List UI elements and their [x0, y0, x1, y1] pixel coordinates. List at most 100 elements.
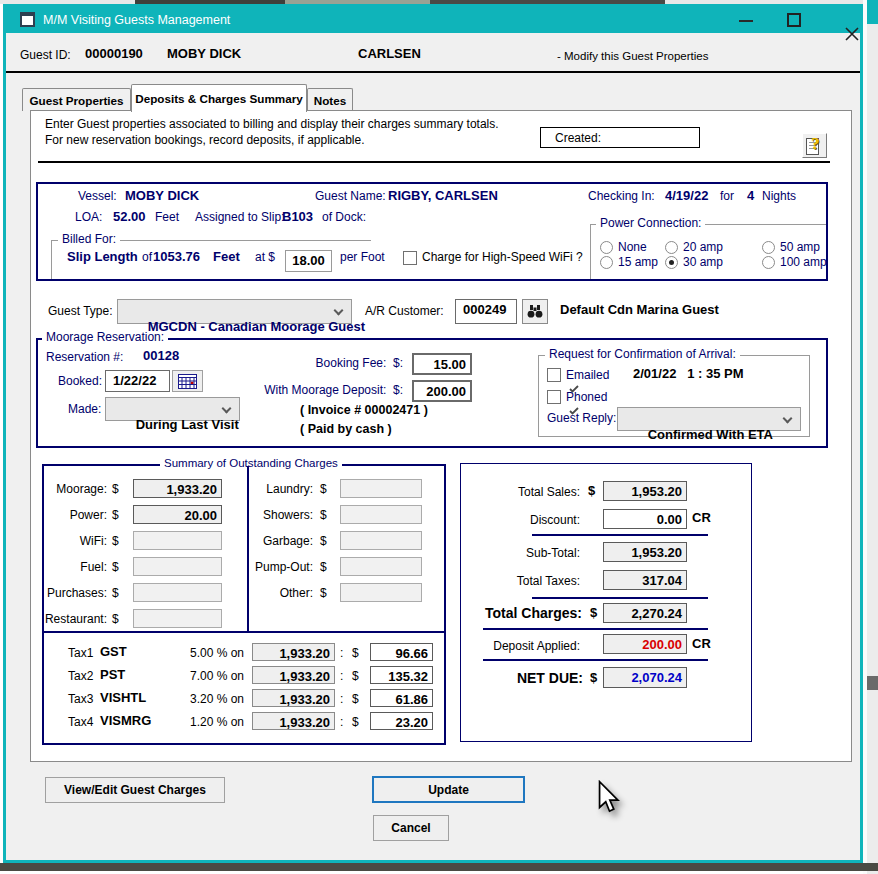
radio-none[interactable] — [600, 241, 613, 254]
charge-pumpout-field — [340, 557, 422, 576]
radio-20amp[interactable] — [665, 241, 678, 254]
tax-rate: 7.00 % on — [190, 668, 244, 684]
radio-30amp-label: 30 amp — [683, 254, 723, 270]
radio-30amp[interactable] — [665, 256, 678, 269]
booking-fee-input[interactable]: 15.00 — [412, 353, 472, 375]
at-dollar-label: at $ — [255, 249, 275, 265]
radio-none-label: None — [618, 239, 647, 255]
loa-value: 52.00 — [113, 209, 146, 225]
charge-showers-field — [340, 505, 422, 524]
tax-code: VISMRG — [100, 713, 151, 729]
charge-fuel-field — [133, 557, 222, 576]
nights-label: Nights — [762, 188, 796, 204]
charge-label: Showers: — [238, 507, 313, 523]
power-connection-legend: Power Connection: — [596, 217, 705, 230]
confirmation-legend: Request for Confirmation of Arrival: — [545, 348, 740, 361]
guest-reply-dropdown[interactable]: Confirmed With ETA — [617, 407, 801, 431]
ar-customer-lookup-button[interactable] — [522, 299, 548, 324]
slip-length-value: 1053.76 — [153, 249, 200, 265]
tax-code: VISHTL — [100, 690, 146, 706]
radio-15amp[interactable] — [600, 256, 613, 269]
moorage-deposit-input[interactable]: 200.00 — [412, 380, 472, 402]
update-button[interactable]: Update — [372, 776, 525, 803]
tax-rate: 5.00 % on — [190, 645, 244, 661]
tax-amount-field: 61.86 — [370, 689, 433, 707]
loa-label: LOA: — [75, 209, 102, 225]
assigned-slip-label: Assigned to Slip: — [195, 209, 284, 225]
binoculars-icon — [527, 305, 543, 318]
charge-label: Garbage: — [238, 533, 313, 549]
charge-label: Pump-Out: — [238, 559, 313, 575]
phoned-checkbox[interactable] — [547, 390, 561, 404]
dollar-sign: $ — [320, 585, 327, 601]
intro-divider — [38, 161, 830, 163]
charge-label: WiFi: — [32, 533, 107, 549]
total-charges-field: 2,270.24 — [603, 603, 687, 623]
charge-label: Laundry: — [238, 481, 313, 497]
booking-fee-label: Booking Fee: $: — [253, 355, 403, 371]
calendar-button[interactable] — [172, 370, 203, 392]
reservation-number: 00128 — [143, 348, 179, 364]
view-edit-guest-charges-button[interactable]: View/Edit Guest Charges — [45, 777, 225, 803]
tax-base-field: 1,933.20 — [252, 689, 335, 707]
charge-other-field — [340, 583, 422, 602]
total-sales-label: Total Sales: — [430, 484, 580, 500]
charge-label: Moorage: — [32, 481, 107, 497]
assigned-slip-value: B103 — [282, 209, 313, 225]
rate-per-foot-input[interactable]: 18.00 — [285, 250, 332, 272]
discount-field[interactable]: 0.00 — [603, 509, 687, 529]
dollar-sign: $ — [320, 481, 327, 497]
tax-base-field: 1,933.20 — [252, 666, 335, 684]
dollar-sign: $ — [588, 483, 595, 499]
checking-in-label: Checking In: — [588, 188, 655, 204]
colon: : — [340, 645, 343, 661]
panel-content: Enter Guest properties associated to bil… — [0, 0, 878, 874]
made-dropdown[interactable]: During Last Visit — [105, 397, 240, 421]
intro-line1: Enter Guest properties associated to bil… — [45, 116, 499, 132]
emailed-label: Emailed — [566, 367, 609, 383]
ar-customer-description: Default Cdn Marina Guest — [560, 302, 719, 318]
dollar-sign: $ — [112, 533, 119, 549]
for-label: for — [720, 188, 734, 204]
cancel-button[interactable]: Cancel — [373, 815, 449, 841]
made-label: Made: — [68, 401, 101, 417]
totals-divider — [483, 628, 708, 630]
chevron-down-icon — [334, 306, 344, 316]
total-sales-field: 1,953.20 — [603, 481, 687, 501]
charge-garbage-field — [340, 531, 422, 550]
chevron-down-icon — [222, 404, 232, 414]
radio-100amp[interactable] — [762, 256, 775, 269]
charge-label: Fuel: — [32, 559, 107, 575]
booked-date-input[interactable]: 1/22/22 — [105, 370, 170, 392]
wifi-checkbox[interactable] — [403, 251, 417, 265]
emailed-checkbox[interactable] — [547, 368, 561, 382]
charge-restaurant-field — [133, 609, 222, 628]
invoice-note: ( Invoice # 00002471 ) — [300, 402, 428, 418]
net-due-label: NET DUE: — [423, 670, 583, 686]
ar-customer-input[interactable]: 000249 — [455, 299, 517, 324]
dollar-sign: $ — [112, 507, 119, 523]
help-icon[interactable]: ? — [802, 133, 827, 158]
guest-type-dropdown[interactable]: MGCDN - Canadian Moorage Guest — [117, 299, 352, 324]
emailed-time: 2/01/22 1 : 35 PM — [633, 366, 744, 382]
charge-label: Restaurant: — [32, 611, 107, 627]
per-foot-label: per Foot — [340, 249, 385, 265]
vessel-name: MOBY DICK — [125, 188, 199, 204]
deposit-applied-label: Deposit Applied: — [430, 638, 580, 654]
discount-label: Discount: — [430, 512, 580, 528]
colon: : — [340, 714, 343, 730]
subtotal-label: Sub-Total: — [430, 545, 580, 561]
colon: : — [340, 668, 343, 684]
dollar-sign: $ — [320, 507, 327, 523]
charge-moorage-field: 1,933.20 — [133, 479, 222, 498]
tax-rate: 3.20 % on — [190, 691, 244, 707]
charges-horizontal-divider — [44, 631, 444, 633]
charge-wifi-field — [133, 531, 222, 550]
radio-50amp[interactable] — [762, 241, 775, 254]
nights-count: 4 — [747, 188, 754, 204]
mouse-cursor — [583, 766, 622, 833]
outstanding-charges-legend: Summary of Outstanding Charges — [160, 457, 342, 470]
tax-amount-field: 96.66 — [370, 643, 433, 661]
tax-rate: 1.20 % on — [190, 714, 244, 730]
dollar-sign: $ — [590, 670, 597, 686]
